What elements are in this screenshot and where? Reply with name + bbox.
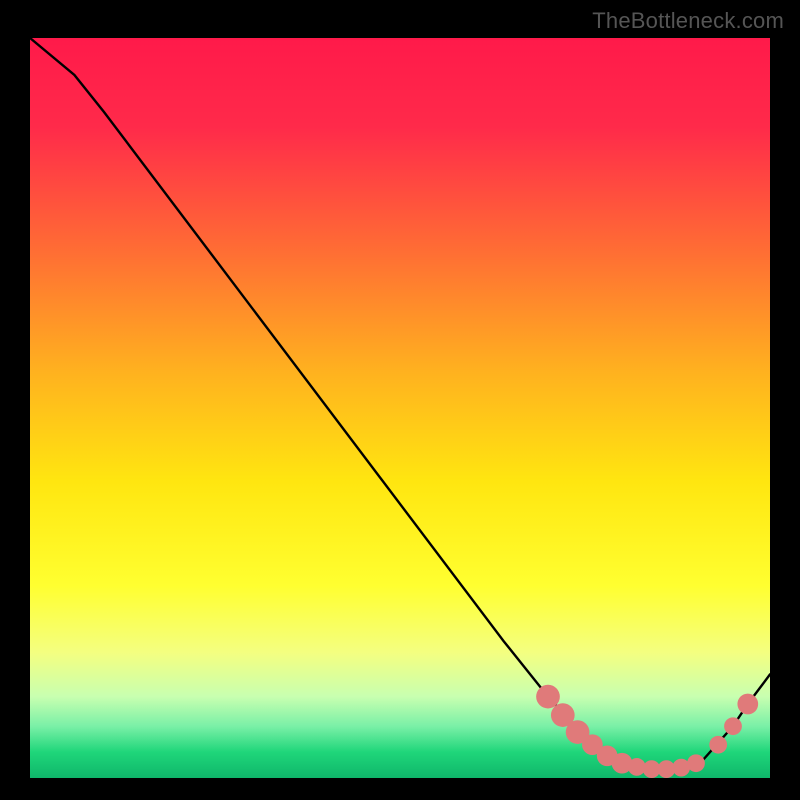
data-marker [737, 694, 758, 715]
data-marker [724, 717, 742, 735]
data-marker [709, 736, 727, 754]
plot-area [30, 38, 770, 778]
gradient-background [30, 38, 770, 778]
watermark-text: TheBottleneck.com [592, 8, 784, 34]
chart-svg [30, 38, 770, 778]
data-marker [536, 685, 560, 709]
data-marker [687, 754, 705, 772]
chart-container: TheBottleneck.com [0, 0, 800, 800]
